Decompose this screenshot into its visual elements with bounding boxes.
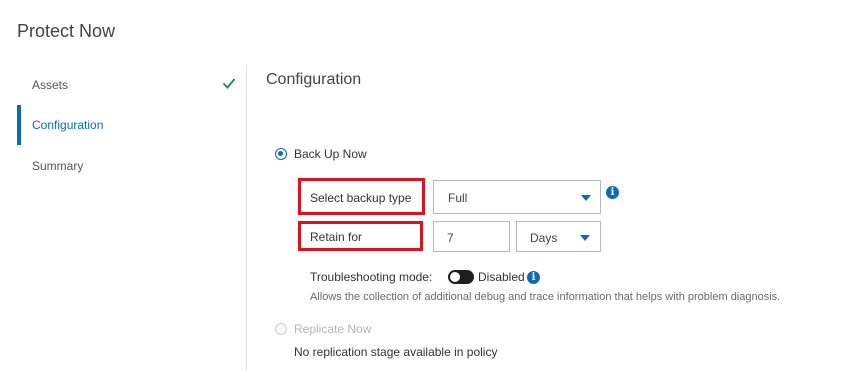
retain-unit-select[interactable]: Days [516, 221, 601, 252]
backup-type-label-highlight: Select backup type [298, 178, 425, 215]
step-configuration[interactable]: Configuration [32, 118, 103, 132]
vertical-divider [246, 65, 247, 371]
page-title: Protect Now [17, 21, 116, 41]
section-title: Configuration [266, 71, 362, 88]
troubleshooting-label: Troubleshooting mode: [310, 270, 433, 284]
retain-for-label: Retain for [310, 230, 363, 244]
retain-value: 7 [447, 231, 454, 245]
troubleshooting-state: Disabled [478, 270, 525, 284]
chevron-down-icon [580, 235, 590, 241]
retain-value-input[interactable]: 7 [433, 221, 510, 252]
replication-note: No replication stage available in policy [294, 345, 498, 359]
info-icon[interactable]: i [527, 271, 540, 284]
troubleshooting-help: Allows the collection of additional debu… [310, 291, 781, 303]
replicate-now-radio[interactable] [275, 323, 287, 335]
chevron-down-icon [581, 195, 591, 201]
backup-type-value: Full [448, 191, 468, 205]
backup-type-label: Select backup type [310, 191, 412, 205]
step-summary[interactable]: Summary [32, 159, 83, 173]
active-step-indicator [17, 105, 21, 145]
check-icon [222, 78, 236, 89]
backup-type-select[interactable]: Full [433, 180, 601, 214]
backup-now-radio[interactable] [275, 148, 287, 160]
retain-unit-value: Days [530, 231, 558, 245]
info-icon[interactable]: i [606, 186, 619, 199]
troubleshooting-toggle[interactable] [448, 270, 474, 284]
step-assets[interactable]: Assets [32, 78, 68, 92]
retain-for-label-highlight: Retain for [298, 221, 423, 251]
replicate-now-label: Replicate Now [294, 322, 372, 336]
backup-now-label[interactable]: Back Up Now [294, 147, 367, 161]
